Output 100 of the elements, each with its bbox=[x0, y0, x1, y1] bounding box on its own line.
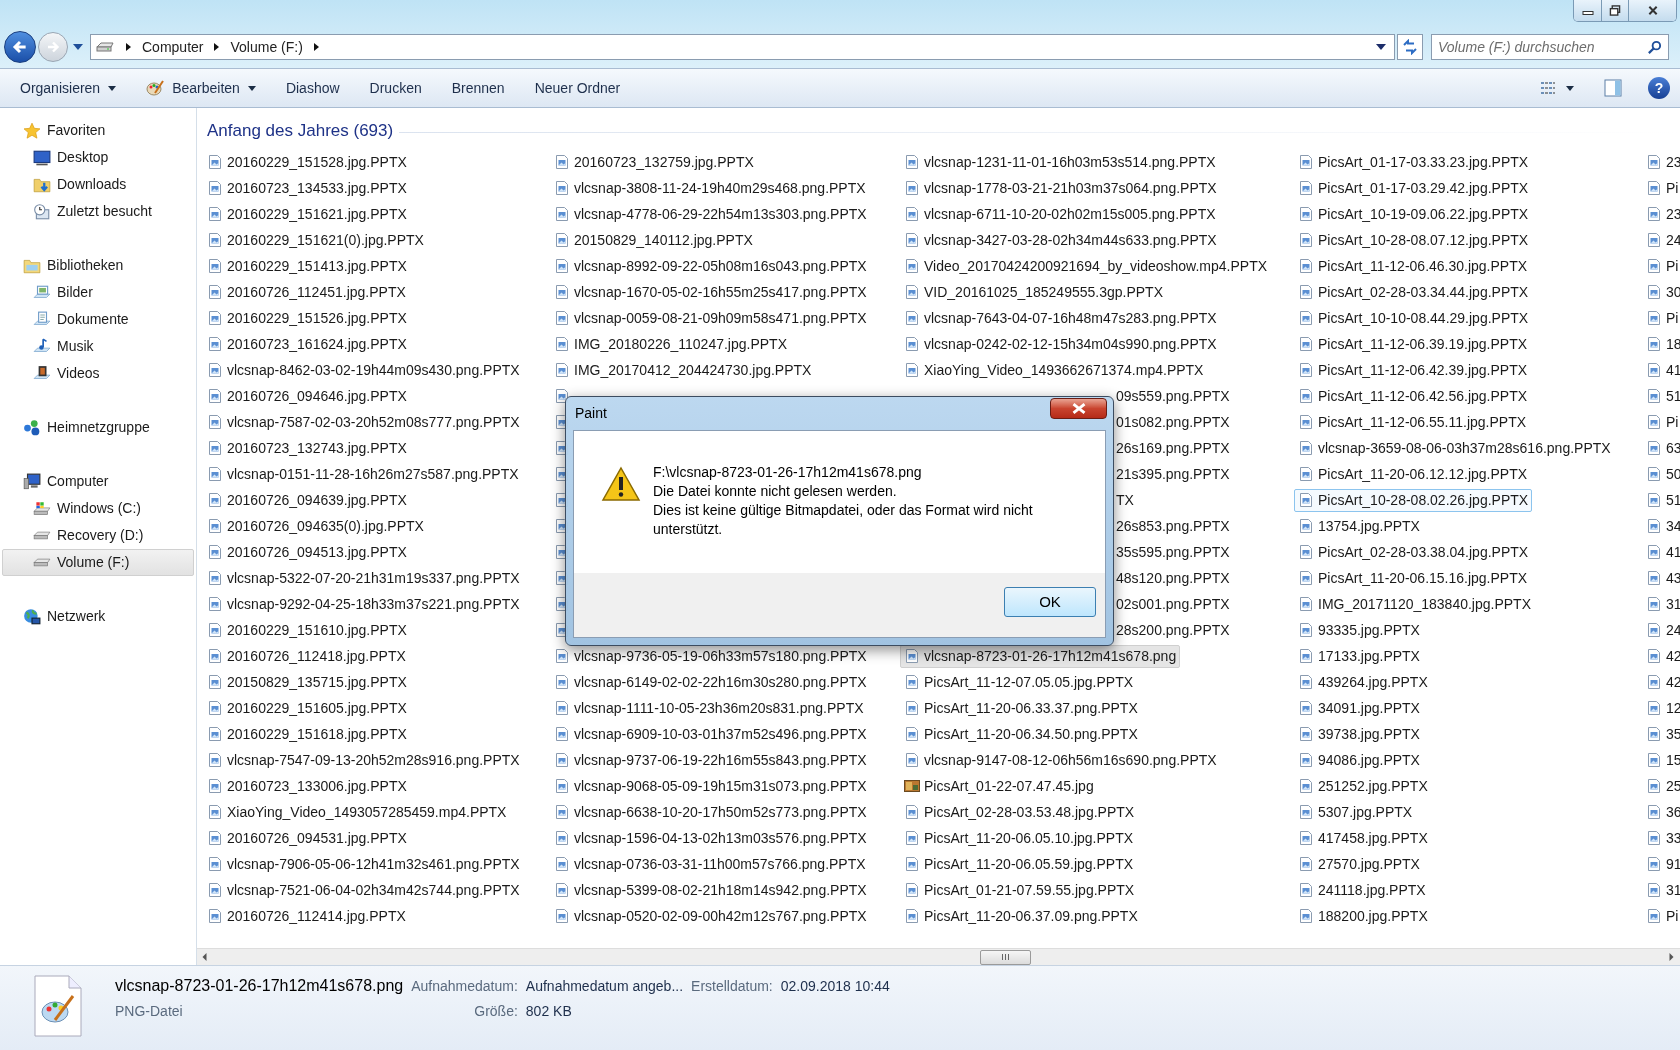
file-item[interactable]: vlcsnap-6711-10-20-02h02m15s005.png.PPTX bbox=[900, 202, 1220, 226]
file-item[interactable]: Pi bbox=[1642, 254, 1680, 278]
file-item[interactable]: vlcsnap-9737-06-19-22h16m55s843.png.PPTX bbox=[550, 748, 871, 772]
file-item[interactable]: PicsArt_11-12-06.42.39.jpg.PPTX bbox=[1294, 358, 1532, 382]
file-item[interactable]: 51 bbox=[1642, 488, 1680, 512]
file-item[interactable]: 39738.jpg.PPTX bbox=[1294, 722, 1424, 746]
sidebar-item[interactable]: Volume (F:) bbox=[2, 549, 194, 576]
file-item[interactable]: vlcsnap-1670-05-02-16h55m25s417.png.PPTX bbox=[550, 280, 871, 304]
chevron-icon[interactable] bbox=[313, 43, 319, 51]
maximize-button[interactable] bbox=[1601, 0, 1628, 21]
file-item[interactable]: 42 bbox=[1642, 644, 1680, 668]
file-item[interactable]: vlcsnap-7547-09-13-20h52m28s916.png.PPTX bbox=[203, 748, 524, 772]
file-item[interactable]: Video_20170424200921694_by_videoshow.mp4.PPTX bbox=[900, 254, 1272, 278]
file-item[interactable]: vlcsnap-3427-03-28-02h34m44s633.png.PPTX bbox=[900, 228, 1221, 252]
file-item[interactable]: VID_20161025_185249555.3gp.PPTX bbox=[900, 280, 1167, 304]
file-item[interactable]: 20160229_151621(0).jpg.PPTX bbox=[203, 228, 428, 252]
file-item[interactable]: 20160726_112418.jpg.PPTX bbox=[203, 644, 410, 668]
toolbar-button[interactable]: Neuer Ordner bbox=[522, 74, 633, 102]
sidebar-item[interactable]: Computer bbox=[2, 468, 194, 495]
file-item[interactable]: 439264.jpg.PPTX bbox=[1294, 670, 1432, 694]
file-item[interactable]: XiaoYing_Video_1493662671374.mp4.PPTX bbox=[900, 358, 1208, 382]
toolbar-button[interactable]: Bearbeiten bbox=[134, 74, 268, 102]
file-item[interactable]: 48s120.png.PPTX bbox=[1112, 566, 1234, 590]
file-item[interactable]: vlcsnap-0736-03-31-11h00m57s766.png.PPTX bbox=[550, 852, 870, 876]
minimize-button[interactable] bbox=[1574, 0, 1601, 21]
file-item[interactable]: PicsArt_11-12-07.05.05.jpg.PPTX bbox=[900, 670, 1138, 694]
file-item[interactable]: 26s853.png.PPTX bbox=[1112, 514, 1234, 538]
file-item[interactable]: vlcsnap-0059-08-21-09h09m58s471.png.PPTX bbox=[550, 306, 871, 330]
file-item[interactable]: 41 bbox=[1642, 540, 1680, 564]
scrollbar-thumb[interactable] bbox=[980, 949, 1031, 965]
file-item[interactable]: PicsArt_10-10-08.44.29.jpg.PPTX bbox=[1294, 306, 1533, 330]
file-item[interactable]: PicsArt_01-21-07.59.55.jpg.PPTX bbox=[900, 878, 1139, 902]
file-item[interactable]: 188200.jpg.PPTX bbox=[1294, 904, 1432, 928]
file-item[interactable]: 51 bbox=[1642, 384, 1680, 408]
file-item[interactable]: vlcsnap-0242-02-12-15h34m04s990.png.PPTX bbox=[900, 332, 1221, 356]
close-button[interactable] bbox=[1050, 398, 1107, 419]
file-item[interactable]: 20150829_140112.jpg.PPTX bbox=[550, 228, 757, 252]
toolbar-button[interactable]: Drucken bbox=[357, 74, 434, 102]
file-item[interactable]: 20160726_094639.jpg.PPTX bbox=[203, 488, 411, 512]
file-item[interactable]: 20160726_112451.jpg.PPTX bbox=[203, 280, 410, 304]
file-item[interactable]: 20160726_094513.jpg.PPTX bbox=[203, 540, 411, 564]
file-item[interactable]: vlcsnap-7521-06-04-02h34m42s744.png.PPTX bbox=[203, 878, 524, 902]
file-item[interactable]: 42 bbox=[1642, 670, 1680, 694]
file-item[interactable]: vlcsnap-7906-05-06-12h41m32s461.png.PPTX bbox=[203, 852, 524, 876]
file-item[interactable]: PicsArt_02-28-03.38.04.jpg.PPTX bbox=[1294, 540, 1533, 564]
file-item[interactable]: vlcsnap-3808-11-24-19h40m29s468.png.PPTX bbox=[550, 176, 870, 200]
file-item[interactable]: Pi bbox=[1642, 410, 1680, 434]
file-item[interactable]: vlcsnap-6638-10-20-17h50m52s773.png.PPTX bbox=[550, 800, 871, 824]
file-item[interactable]: vlcsnap-6149-02-02-22h16m30s280.png.PPTX bbox=[550, 670, 871, 694]
file-item[interactable]: vlcsnap-8723-01-26-17h12m41s678.png bbox=[900, 644, 1181, 668]
file-item[interactable]: 41 bbox=[1642, 358, 1680, 382]
file-item[interactable]: 01s082.png.PPTX bbox=[1112, 410, 1234, 434]
file-item[interactable]: vlcsnap-1778-03-21-21h03m37s064.png.PPTX bbox=[900, 176, 1221, 200]
horizontal-scrollbar[interactable] bbox=[197, 948, 1680, 965]
file-item[interactable]: 20160229_151618.jpg.PPTX bbox=[203, 722, 411, 746]
file-item[interactable]: 20160229_151526.jpg.PPTX bbox=[203, 306, 411, 330]
file-item[interactable]: PicsArt_11-20-06.05.59.jpg.PPTX bbox=[900, 852, 1138, 876]
file-item[interactable]: vlcsnap-5399-08-02-21h18m14s942.png.PPTX bbox=[550, 878, 871, 902]
file-item[interactable]: 20160229_151621.jpg.PPTX bbox=[203, 202, 411, 226]
file-item[interactable]: vlcsnap-0151-11-28-16h26m27s587.png.PPTX bbox=[203, 462, 523, 486]
file-item[interactable]: vlcsnap-1596-04-13-02h13m03s576.png.PPTX bbox=[550, 826, 871, 850]
back-button[interactable] bbox=[4, 31, 36, 63]
toolbar-button[interactable]: Brennen bbox=[439, 74, 517, 102]
file-item[interactable]: 91 bbox=[1642, 852, 1680, 876]
file-item[interactable]: 20160229_151413.jpg.PPTX bbox=[203, 254, 411, 278]
file-item[interactable]: 28s200.png.PPTX bbox=[1112, 618, 1234, 642]
file-item[interactable]: Pi bbox=[1642, 904, 1680, 928]
file-item[interactable]: PicsArt_11-12-06.39.19.jpg.PPTX bbox=[1294, 332, 1532, 356]
file-item[interactable]: 20160723_132759.jpg.PPTX bbox=[550, 150, 758, 174]
sidebar-item[interactable]: Bilder bbox=[2, 279, 194, 306]
address-field[interactable]: Computer Volume (F:) bbox=[90, 34, 1395, 60]
file-item[interactable]: 13754.jpg.PPTX bbox=[1294, 514, 1424, 538]
file-item[interactable]: IMG_20171120_183840.jpg.PPTX bbox=[1294, 592, 1535, 616]
sidebar-item[interactable]: Heimnetzgruppe bbox=[2, 414, 194, 441]
file-item[interactable]: vlcsnap-0520-02-09-00h42m12s767.png.PPTX bbox=[550, 904, 871, 928]
file-item[interactable]: 20160726_094531.jpg.PPTX bbox=[203, 826, 411, 850]
sidebar-item[interactable]: Recovery (D:) bbox=[2, 522, 194, 549]
file-item[interactable]: PicsArt_01-17-03.33.23.jpg.PPTX bbox=[1294, 150, 1533, 174]
file-item[interactable]: 20160726_112414.jpg.PPTX bbox=[203, 904, 410, 928]
chevron-icon[interactable] bbox=[126, 43, 131, 51]
breadcrumb-button[interactable]: Computer bbox=[142, 36, 204, 58]
toolbar-button[interactable]: Organisieren bbox=[8, 74, 129, 102]
file-item[interactable]: PicsArt_11-20-06.37.09.png.PPTX bbox=[900, 904, 1142, 928]
file-item[interactable]: 20160229_151528.jpg.PPTX bbox=[203, 150, 411, 174]
file-item[interactable]: vlcsnap-5322-07-20-21h31m19s337.png.PPTX bbox=[203, 566, 524, 590]
file-item[interactable]: vlcsnap-3659-08-06-03h37m28s616.png.PPTX bbox=[1294, 436, 1615, 460]
caret-icon[interactable] bbox=[1376, 44, 1386, 50]
file-item[interactable]: PicsArt_11-20-06.12.12.jpg.PPTX bbox=[1294, 462, 1532, 486]
file-item[interactable]: PicsArt_11-12-06.55.11.jpg.PPTX bbox=[1294, 410, 1531, 434]
search-field[interactable]: Volume (F:) durchsuchen bbox=[1431, 34, 1669, 60]
file-item[interactable]: 27570.jpg.PPTX bbox=[1294, 852, 1424, 876]
file-item[interactable]: 20160726_094635(0).jpg.PPTX bbox=[203, 514, 428, 538]
file-item[interactable]: vlcsnap-9068-05-09-19h15m31s073.png.PPTX bbox=[550, 774, 871, 798]
sidebar-item[interactable]: Windows (C:) bbox=[2, 495, 194, 522]
file-item[interactable]: vlcsnap-4778-06-29-22h54m13s303.png.PPTX bbox=[550, 202, 871, 226]
file-item[interactable]: 20160229_151605.jpg.PPTX bbox=[203, 696, 411, 720]
file-item[interactable]: 20160723_133006.jpg.PPTX bbox=[203, 774, 411, 798]
file-item[interactable]: Pi bbox=[1642, 176, 1680, 200]
file-item[interactable]: vlcsnap-8462-03-02-19h44m09s430.png.PPTX bbox=[203, 358, 524, 382]
file-item[interactable]: 09s559.png.PPTX bbox=[1112, 384, 1234, 408]
